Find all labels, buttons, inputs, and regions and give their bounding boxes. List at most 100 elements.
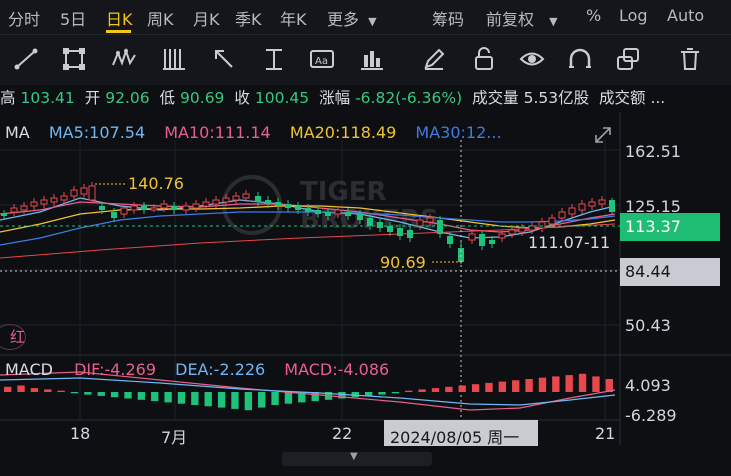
fib-lines-icon[interactable] bbox=[160, 45, 188, 73]
svg-text:TIGER: TIGER bbox=[300, 177, 387, 207]
candle-body bbox=[232, 195, 240, 201]
ma20-value: MA20:118.49 bbox=[289, 123, 397, 142]
macd-bar bbox=[592, 376, 600, 392]
candle-body bbox=[20, 205, 28, 211]
turnover-label: 成交额 ... bbox=[599, 89, 666, 107]
percent-toggle[interactable]: % bbox=[586, 6, 601, 25]
macd-bar bbox=[151, 392, 159, 402]
auto-toggle[interactable]: Auto bbox=[667, 6, 704, 25]
arrow-tool-icon[interactable] bbox=[210, 45, 238, 73]
macd-bar bbox=[418, 389, 426, 392]
candle-body bbox=[518, 227, 526, 233]
candle-body bbox=[489, 240, 495, 244]
change-value: -6.82(-6.36%) bbox=[355, 89, 463, 107]
crosshair-value-label: 111.07-11 bbox=[528, 233, 611, 252]
macd-bar bbox=[244, 392, 253, 411]
candle-body bbox=[212, 199, 220, 205]
candle-body bbox=[397, 228, 403, 236]
svg-text:Aa: Aa bbox=[315, 56, 328, 67]
candle-body bbox=[111, 212, 117, 218]
ma30-value: MA30:12... bbox=[415, 123, 502, 142]
tab-daily-k[interactable]: 日K bbox=[106, 6, 133, 30]
magnet-icon[interactable] bbox=[566, 45, 594, 73]
candle-body bbox=[182, 205, 190, 211]
lock-icon[interactable] bbox=[470, 45, 498, 73]
macd-axis-bottom: -6.289 bbox=[625, 406, 677, 425]
high-label: 高 bbox=[0, 89, 16, 107]
low-value: 90.69 bbox=[180, 89, 225, 107]
candle-body bbox=[50, 197, 58, 203]
macd-legend: MACD DIF:-4.269 DEA:-2.226 MACD:-4.086 bbox=[0, 360, 389, 384]
x-axis-label-21: 21 bbox=[595, 424, 616, 443]
tab-more[interactable]: 更多 ▼ bbox=[327, 6, 377, 30]
text-tool-icon[interactable]: Aa bbox=[308, 45, 336, 73]
candle-body bbox=[255, 196, 261, 202]
x-axis-label-22: 22 bbox=[332, 424, 353, 443]
low-mark-label: 90.69 bbox=[380, 253, 426, 272]
trash-icon[interactable] bbox=[676, 45, 704, 73]
adjustment-select[interactable]: 前复权 ▼ bbox=[486, 6, 558, 30]
candle-body bbox=[30, 201, 38, 207]
active-tab-underline bbox=[106, 30, 131, 33]
duplicate-icon[interactable] bbox=[614, 45, 642, 73]
candle-body bbox=[578, 203, 586, 211]
candle-body bbox=[285, 204, 291, 208]
pattern-tool-icon[interactable] bbox=[110, 45, 138, 73]
macd-bar bbox=[512, 380, 520, 392]
macd-bar bbox=[17, 385, 25, 392]
candle-body bbox=[345, 212, 351, 216]
candle-body bbox=[325, 212, 331, 216]
tab-quarterly-k[interactable]: 季K bbox=[235, 6, 262, 30]
high-mark-label: 140.76 bbox=[128, 174, 184, 193]
macd-bar bbox=[498, 381, 507, 392]
tab-yearly-k[interactable]: 年K bbox=[280, 6, 307, 30]
open-label: 开 bbox=[84, 89, 101, 107]
macd-dif-value: DIF:-4.269 bbox=[74, 360, 157, 379]
line-tool-icon[interactable] bbox=[12, 45, 40, 73]
macd-bar bbox=[44, 389, 52, 392]
crosshair-price-tag: 84.44 bbox=[625, 262, 671, 281]
macd-bar bbox=[137, 392, 146, 400]
tab-intraday[interactable]: 分时 bbox=[8, 6, 40, 30]
vertical-line-icon[interactable] bbox=[260, 45, 288, 73]
ma-title[interactable]: MA bbox=[5, 123, 30, 142]
macd-bar bbox=[191, 392, 199, 405]
log-toggle[interactable]: Log bbox=[619, 6, 648, 25]
candle-body bbox=[171, 206, 177, 210]
candle-body bbox=[120, 207, 128, 215]
bar-chart-icon[interactable] bbox=[358, 45, 386, 73]
ma10-value: MA10:111.14 bbox=[164, 123, 271, 142]
chip-distribution-button[interactable]: 筹码 bbox=[432, 6, 464, 30]
tab-monthly-k[interactable]: 月K bbox=[193, 6, 220, 30]
macd-bar bbox=[485, 382, 493, 392]
candle-body bbox=[538, 221, 546, 229]
macd-bar bbox=[284, 392, 293, 404]
candle-body bbox=[548, 217, 556, 225]
candle-body bbox=[498, 233, 506, 239]
tab-5day[interactable]: 5日 bbox=[60, 6, 86, 30]
candle-body bbox=[99, 206, 105, 210]
rectangle-tool-icon[interactable] bbox=[60, 45, 88, 73]
quote-summary: 高 103.41 开 92.06 低 90.69 收 100.45 涨幅 -6.82(-6… bbox=[0, 86, 731, 112]
drawing-toolbar: Aa bbox=[0, 34, 731, 85]
candle-body bbox=[437, 220, 443, 234]
macd-title[interactable]: MACD bbox=[5, 360, 53, 379]
adjustment-label: 前复权 bbox=[486, 10, 535, 29]
chart-scroll-handle[interactable]: ▼ bbox=[282, 451, 432, 466]
macd-bar bbox=[552, 376, 560, 392]
macd-bar bbox=[70, 392, 79, 394]
candle-body bbox=[40, 199, 48, 205]
expand-icon[interactable] bbox=[592, 124, 614, 146]
chevron-down-icon: ▼ bbox=[350, 451, 358, 462]
candle-body bbox=[609, 200, 615, 212]
macd-bar bbox=[538, 377, 547, 392]
candle-body bbox=[80, 187, 88, 195]
tab-weekly-k[interactable]: 周K bbox=[147, 6, 174, 30]
candle-body bbox=[160, 203, 168, 209]
pencil-icon[interactable] bbox=[420, 45, 448, 73]
candle-body bbox=[10, 207, 18, 213]
macd-bar bbox=[231, 392, 239, 409]
kline-chart[interactable]: TIGER BROKERS bbox=[0, 112, 731, 476]
eye-icon[interactable] bbox=[518, 45, 546, 73]
red-badge[interactable]: 红 bbox=[0, 324, 30, 350]
